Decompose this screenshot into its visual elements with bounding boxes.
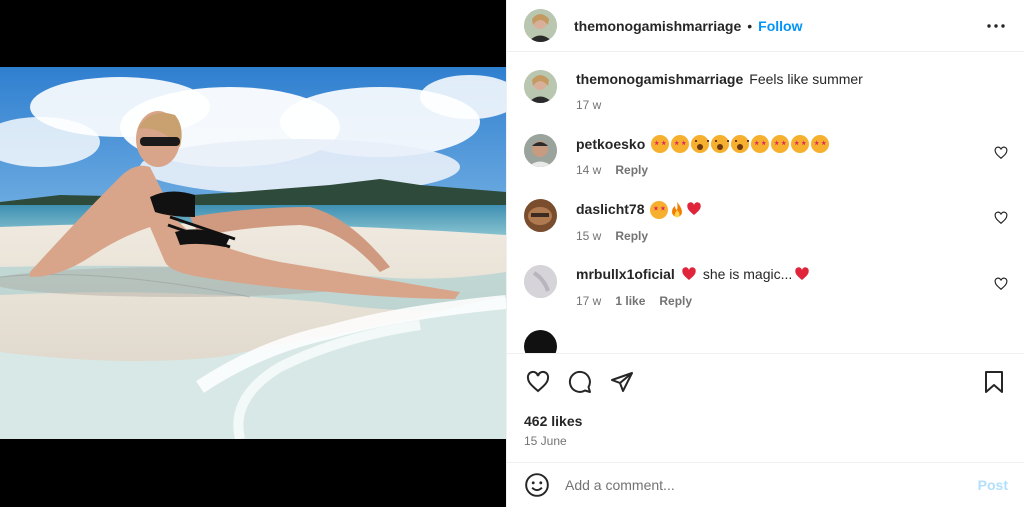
comment-time[interactable]: 17 w [576,294,601,308]
like-comment-icon[interactable] [994,211,1008,225]
comment-emojis [681,265,699,284]
post-button[interactable]: Post [978,477,1008,493]
commenter-avatar[interactable] [524,134,557,167]
comment-username[interactable]: petkoesko [576,135,645,153]
comment-time[interactable]: 14 w [576,163,601,177]
fire-emoji-icon [670,201,684,219]
post-date[interactable]: 15 June [524,434,1008,448]
wow-emoji-icon [731,135,750,154]
heart-emoji-icon [681,266,697,284]
comment-icon[interactable] [566,368,594,396]
star-emoji-icon [751,135,770,154]
author-avatar[interactable] [524,9,557,42]
instagram-post: themonogamishmarriage • Follow themonoga… [0,0,1024,507]
caption-time[interactable]: 17 w [576,98,601,112]
reply-button[interactable]: Reply [615,163,648,177]
emoji-icon[interactable] [524,472,550,498]
comment-likes[interactable]: 1 like [615,294,645,308]
separator-dot: • [747,17,753,34]
bookmark-icon[interactable] [980,368,1008,396]
post-sidebar: themonogamishmarriage • Follow themonoga… [506,0,1024,507]
follow-button[interactable]: Follow [758,18,802,34]
comments-list[interactable]: themonogamishmarriage Feels like summer 1… [507,53,1024,353]
caption-text: Feels like summer [749,71,863,87]
wow-emoji-icon [691,135,710,154]
more-options-icon[interactable] [984,14,1008,38]
post-photo[interactable] [0,67,506,439]
caption-avatar[interactable] [524,70,557,103]
comment-username[interactable]: mrbullx1oficial [576,265,675,283]
caption-username[interactable]: themonogamishmarriage [576,70,743,88]
commenter-avatar[interactable] [524,199,557,233]
comment-emojis [794,265,812,284]
comment-item: petkoesko 14 w Reply [524,134,1008,177]
action-icons [524,368,1008,396]
like-comment-icon[interactable] [994,146,1008,160]
comment-item: daslicht78 15 w Reply [524,199,1008,243]
comment-time[interactable]: 15 w [576,229,601,243]
like-icon[interactable] [524,368,552,396]
comment-item: mrbullx1oficial she is magic... 17 w 1 lik… [524,264,1008,308]
comment-input[interactable] [565,477,978,493]
caption: themonogamishmarriage Feels like summer 1… [524,70,1008,112]
star-emoji-icon [650,200,669,219]
star-emoji-icon [811,135,830,154]
comment-username[interactable]: daslicht78 [576,200,644,218]
wow-emoji-icon [711,135,730,154]
author-username[interactable]: themonogamishmarriage [574,18,741,34]
commenter-avatar[interactable] [524,329,557,353]
share-icon[interactable] [608,368,636,396]
like-comment-icon[interactable] [994,277,1008,291]
reply-button[interactable]: Reply [659,294,692,308]
post-header: themonogamishmarriage • Follow [507,0,1024,52]
comment-text: she is magic... [702,266,793,283]
star-emoji-icon [651,135,670,154]
comment-item [524,329,1008,353]
comment-emojis [650,199,704,219]
comment-composer: Post [507,462,1024,507]
comment-emojis [651,134,831,154]
star-emoji-icon [671,135,690,154]
post-actions: 462 likes 15 June [507,353,1024,448]
star-emoji-icon [791,135,810,154]
star-emoji-icon [771,135,790,154]
likes-count[interactable]: 462 likes [524,413,1008,429]
post-media [0,0,506,507]
reply-button[interactable]: Reply [615,229,648,243]
commenter-avatar[interactable] [524,264,557,298]
heart-emoji-icon [794,266,810,284]
heart-emoji-icon [686,201,702,219]
